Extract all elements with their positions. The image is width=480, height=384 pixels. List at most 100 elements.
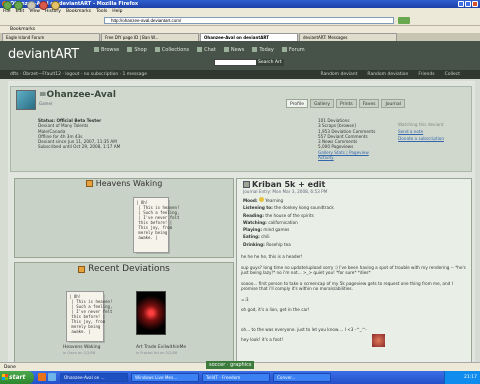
featured-heading: Heavens Waking <box>14 179 234 188</box>
user-bar-links: Random deviant Random deviation Friends … <box>320 70 460 79</box>
taskbar-firefox[interactable]: Ohanzee-Aval on ... <box>60 373 128 382</box>
menu-help[interactable]: Help <box>112 8 122 15</box>
url-input[interactable] <box>104 17 394 24</box>
today-icon <box>252 47 258 52</box>
journal-paragraph: =:3 <box>241 296 249 302</box>
tab-eagle-island[interactable]: Eagle Island Forum <box>2 33 100 41</box>
playing-row: Playing: mind games <box>243 226 334 233</box>
nav-shop-label: Shop <box>134 47 147 53</box>
profile-actions: Watching this deviant Send a note Donate… <box>398 121 444 142</box>
mood-row: Mood: Yearning <box>243 197 334 204</box>
tab-faves[interactable]: Faves <box>358 99 380 108</box>
journal-paragraph: soooo... first person to take a screenca… <box>241 280 453 292</box>
drinking-key: Drinking: <box>243 241 265 247</box>
journal-title[interactable]: Kriban 5k + edit <box>243 180 325 189</box>
tab-journal[interactable]: Journal <box>381 99 406 108</box>
tab-prints[interactable]: Prints <box>336 99 357 108</box>
donate-link[interactable]: Donate a subscription <box>398 135 444 142</box>
nav-forum[interactable]: Forum <box>281 47 305 53</box>
tab-ohanzee-aval[interactable]: Ohanzee-Aval on deviantART <box>200 33 298 41</box>
reading-row: Reading: the house of the spirits <box>243 212 334 219</box>
watch-link[interactable]: Watching this deviant <box>398 121 444 128</box>
bookmarks-label[interactable]: Bookmarks <box>10 27 35 32</box>
forum-icon <box>281 47 287 52</box>
close-button[interactable] <box>472 1 478 7</box>
send-note-link[interactable]: Send a note <box>398 128 444 135</box>
stop-button[interactable] <box>39 1 48 10</box>
collections-icon <box>154 47 160 52</box>
taskbar-conversation[interactable]: Conver... <box>273 373 331 382</box>
recent-heading: Recent Deviations <box>14 264 234 274</box>
window-controls <box>458 1 478 7</box>
profile-subtitle: Gamer <box>39 101 53 106</box>
site-logo[interactable]: deviantART <box>8 47 79 62</box>
journal-title-text: Kriban 5k + edit <box>252 180 326 189</box>
taskbar-tell4t[interactable]: Tell4T - Freedom <box>202 373 270 382</box>
maximize-button[interactable] <box>465 1 471 7</box>
browse-icon <box>94 47 99 52</box>
site-nav: Browse Shop Collections Chat News Today … <box>94 47 305 53</box>
tab-profile[interactable]: Profile <box>286 99 308 108</box>
mood-value: Yearning <box>265 198 284 203</box>
nav-today[interactable]: Today <box>252 47 274 53</box>
random-deviant-link[interactable]: Random deviant <box>320 70 357 79</box>
collect-link[interactable]: Collect <box>445 70 460 79</box>
featured-thumbnail[interactable]: | Oh! | This is heaven! | Such a feeling… <box>133 197 179 253</box>
search-art-button[interactable]: Search Art <box>256 59 284 66</box>
nav-collections-label: Collections <box>161 47 190 53</box>
reload-button[interactable] <box>27 1 36 10</box>
friends-link[interactable]: Friends <box>418 70 434 79</box>
home-button[interactable] <box>51 1 60 10</box>
avatar[interactable] <box>16 90 36 110</box>
profile-stats: 101 Deviations 3 Scraps [browse] 1,953 D… <box>318 118 375 160</box>
window-titlebar: Ohanzee-Aval on deviantART - Mozilla Fir… <box>0 0 480 8</box>
menu-bookmarks[interactable]: Bookmarks <box>66 8 91 15</box>
tab-free-diy[interactable]: Free DIY page ID | Ban W... <box>101 33 199 41</box>
featured-icon <box>85 180 93 187</box>
ie-quicklaunch-icon[interactable] <box>48 373 56 381</box>
nav-forum-label: Forum <box>288 47 305 53</box>
random-deviation-link[interactable]: Random deviation <box>367 70 408 79</box>
start-button[interactable]: start <box>0 371 34 384</box>
listening-value: the donkey kong soundtrack <box>274 205 334 211</box>
bookmarks-toolbar: Bookmarks <box>0 26 480 33</box>
system-tray: 21:17 <box>444 371 480 384</box>
nav-news-label: News <box>230 47 245 53</box>
tab-gallery[interactable]: Gallery <box>310 99 335 108</box>
recent-thumb-2[interactable] <box>136 291 166 335</box>
journal-emoticon <box>372 334 385 347</box>
tab-strip: Eagle Island Forum Free DIY page ID | Ba… <box>0 33 480 41</box>
nav-shop[interactable]: Shop <box>127 47 147 53</box>
windows-logo-icon <box>2 374 8 380</box>
recent-icon <box>78 265 86 273</box>
nav-news[interactable]: News <box>223 47 245 53</box>
go-button[interactable] <box>398 17 410 24</box>
start-label: start <box>9 374 26 381</box>
firefox-quicklaunch-icon[interactable] <box>38 373 46 381</box>
status-ad[interactable]: soccer · graphics <box>206 361 255 369</box>
tab-messages[interactable]: deviantART: Messages <box>299 33 397 41</box>
nav-chat[interactable]: Chat <box>197 47 216 53</box>
forward-button[interactable] <box>14 1 23 10</box>
drinking-row: Drinking: Rosehip tea <box>243 241 334 248</box>
recent-1-sub: in Gaan on 2/2/08 <box>63 351 96 355</box>
watching-row: Watching: californication <box>243 219 334 226</box>
taskbar-messenger[interactable]: Windows Live Mes... <box>131 373 199 382</box>
nav-collections[interactable]: Collections <box>154 47 190 53</box>
menu-tools[interactable]: Tools <box>96 8 107 15</box>
profile-username: =Ohanzee-Aval <box>39 90 116 100</box>
activity-link[interactable]: Activity <box>318 155 375 160</box>
recent-2-title[interactable]: Art Trade EvilwithinMe <box>136 345 196 350</box>
reading-key: Reading: <box>243 212 264 218</box>
nav-today-label: Today <box>259 47 274 53</box>
minimize-button[interactable] <box>458 1 464 7</box>
nav-browse[interactable]: Browse <box>94 47 119 53</box>
listening-key: Listening to: <box>243 205 273 211</box>
journal-paragraph: he he he he, this is a header! <box>241 254 303 259</box>
profile-tabs: Profile Gallery Prints Faves Journal <box>286 99 406 108</box>
recent-2-sub: in Fractal Art on 2/2/08 <box>136 351 178 355</box>
eating-value: chili <box>261 234 270 240</box>
recent-1-title[interactable]: Heavens Waking <box>63 345 100 350</box>
back-button[interactable] <box>3 1 12 10</box>
recent-thumb-1[interactable]: | Oh! | This is heaven! | Such a feeling… <box>66 291 112 342</box>
